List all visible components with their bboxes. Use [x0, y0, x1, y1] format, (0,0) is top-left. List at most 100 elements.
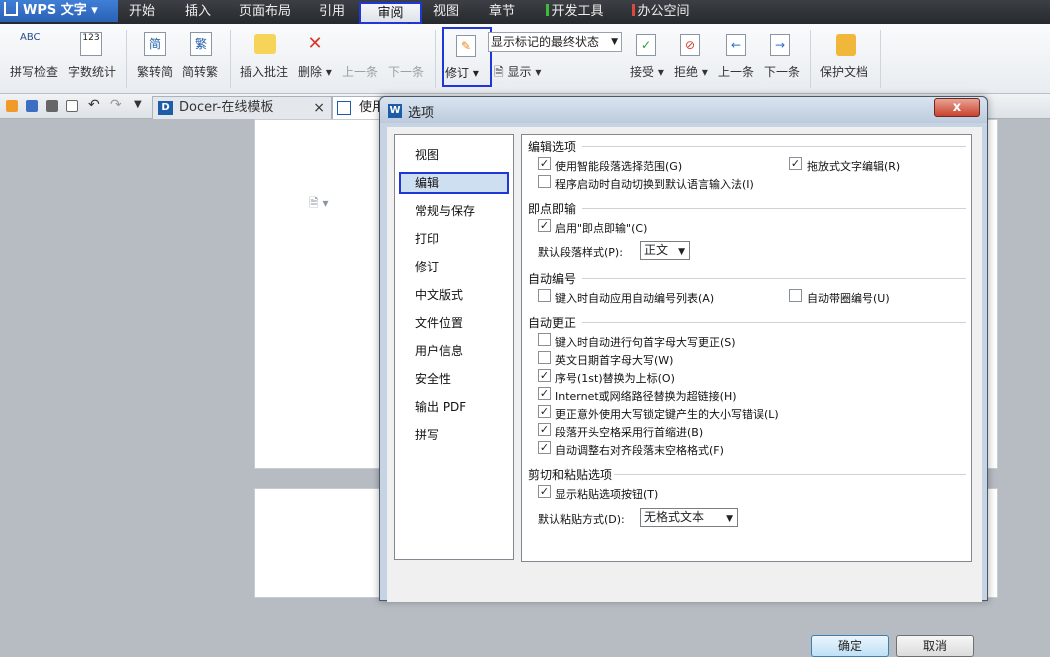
category-edit[interactable]: 编辑 — [399, 172, 509, 194]
category-user-info[interactable]: 用户信息 — [399, 340, 509, 362]
tab-insert[interactable]: 插入 — [172, 0, 224, 24]
close-tab-icon[interactable]: × — [313, 97, 325, 119]
save-icon[interactable] — [26, 100, 38, 112]
delete-comment-button[interactable]: 删除 ▾ — [298, 63, 332, 80]
spellcheck-button[interactable]: 拼写检查 — [10, 63, 58, 80]
lock-icon — [836, 34, 856, 56]
quick-access-dropdown-icon[interactable]: ▼ — [134, 99, 142, 110]
label-default-paste-mode: 默认粘贴方式(D): — [538, 513, 625, 526]
checkbox-ime-switch[interactable] — [538, 175, 551, 188]
dialog-title: 选项 — [408, 106, 435, 121]
docer-icon: D — [158, 101, 173, 115]
trad-to-simp-button[interactable]: 繁转简 — [137, 63, 173, 80]
delete-comment-icon: ✕ — [307, 33, 323, 54]
undo-icon[interactable]: ↶ — [88, 97, 100, 113]
label-auto-list: 键入时自动应用自动编号列表(A) — [555, 292, 715, 305]
next-change-button[interactable]: 下一条 — [764, 63, 800, 80]
dialog-title-bar[interactable]: W 选项 x — [380, 97, 987, 123]
category-chinese-layout[interactable]: 中文版式 — [399, 284, 509, 306]
category-general-save[interactable]: 常规与保存 — [399, 200, 509, 222]
label-click-and-type: 启用"即点即输"(C) — [555, 222, 648, 235]
default-paste-mode-select[interactable]: 无格式文本 ▼ — [640, 508, 738, 527]
checkbox-hyperlink[interactable]: ✓ — [538, 387, 551, 400]
checkbox-smart-paragraph[interactable]: ✓ — [538, 157, 551, 170]
reject-button[interactable]: 拒绝 ▾ — [674, 63, 708, 80]
simp-to-trad-button[interactable]: 简转繁 — [182, 63, 218, 80]
checkbox-paste-options-button[interactable]: ✓ — [538, 485, 551, 498]
word-doc-icon — [337, 101, 351, 115]
checkbox-ordinal-superscript[interactable]: ✓ — [538, 369, 551, 382]
section-edit-options: 编辑选项 — [528, 140, 577, 154]
app-menu-button[interactable]: WPS 文字 ▾ — [0, 0, 118, 22]
label-default-paragraph-style: 默认段落样式(P): — [538, 246, 623, 259]
checkbox-capitalize-dates[interactable] — [538, 351, 551, 364]
category-export-pdf[interactable]: 输出 PDF — [399, 396, 509, 418]
display-mode-value: 显示标记的最终状态 — [491, 35, 600, 49]
tab-review[interactable]: 审阅 — [359, 2, 422, 24]
section-auto-numbering: 自动编号 — [528, 272, 577, 286]
options-dialog: W 选项 x 视图 编辑 常规与保存 打印 修订 中文版式 文件位置 用户信息 … — [379, 96, 988, 657]
tab-page-layout[interactable]: 页面布局 — [230, 0, 300, 24]
checkbox-click-and-type[interactable]: ✓ — [538, 219, 551, 232]
accept-icon: ✓ — [636, 34, 656, 56]
default-paragraph-style-value: 正文 — [644, 243, 669, 257]
tab-office-space[interactable]: 办公空间 — [628, 0, 694, 24]
checkbox-first-line-indent[interactable]: ✓ — [538, 423, 551, 436]
category-view[interactable]: 视图 — [399, 144, 509, 166]
accept-button[interactable]: 接受 ▾ — [630, 63, 664, 80]
checkbox-auto-list[interactable] — [538, 289, 551, 302]
prev-comment-button[interactable]: 上一条 — [342, 63, 378, 80]
open-icon[interactable] — [6, 100, 18, 112]
next-comment-button[interactable]: 下一条 — [388, 63, 424, 80]
track-text: 修订 — [445, 66, 470, 80]
checkbox-circled-number[interactable] — [789, 289, 802, 302]
checkbox-caps-lock-fix[interactable]: ✓ — [538, 405, 551, 418]
print-preview-icon[interactable] — [66, 100, 78, 112]
category-track-changes[interactable]: 修订 — [399, 256, 509, 278]
checkbox-drag-drop[interactable]: ✓ — [789, 157, 802, 170]
redo-icon[interactable]: ↷ — [110, 97, 122, 113]
tab-home[interactable]: 开始 — [118, 0, 166, 24]
category-spelling[interactable]: 拼写 — [399, 424, 509, 446]
tab-docer-label: Docer-在线模板 — [179, 100, 274, 115]
cancel-button[interactable]: 取消 — [896, 635, 974, 657]
category-print[interactable]: 打印 — [399, 228, 509, 250]
category-file-locations[interactable]: 文件位置 — [399, 312, 509, 334]
tab-office-label: 办公空间 — [637, 4, 690, 19]
tab-developer-label: 开发工具 — [551, 4, 604, 19]
menu-bar: WPS 文字 ▾ 开始 插入 页面布局 引用 审阅 视图 章节 开发工具 办公空… — [0, 0, 1050, 36]
protect-document-button[interactable]: 保护文档 — [820, 63, 868, 80]
tab-developer[interactable]: 开发工具 — [542, 0, 608, 24]
next-change-icon: → — [770, 34, 790, 56]
label-hyperlink: Internet或网络路径替换为超链接(H) — [555, 390, 737, 403]
paste-options-icon[interactable]: 🗎 ▾ — [309, 194, 329, 215]
ok-button[interactable]: 确定 — [811, 635, 889, 657]
close-button[interactable]: x — [934, 98, 980, 117]
wordcount-icon: 123 — [80, 32, 102, 56]
checkbox-capitalize-first[interactable] — [538, 333, 551, 346]
label-caps-lock-fix: 更正意外使用大写锁定键产生的大小写错误(L) — [555, 408, 779, 421]
prev-change-button[interactable]: 上一条 — [718, 63, 754, 80]
office-tag-icon — [632, 4, 636, 16]
tab-section[interactable]: 章节 — [478, 0, 526, 24]
tab-references[interactable]: 引用 — [306, 0, 358, 24]
track-changes-icon: ✎ — [456, 35, 476, 57]
tab-docer-templates[interactable]: D Docer-在线模板 × — [152, 96, 332, 119]
trad-to-simp-icon: 简 — [144, 32, 166, 56]
label-first-line-indent: 段落开头空格采用行首缩进(B) — [555, 426, 704, 439]
label-ime-switch: 程序启动时自动切换到默认语言输入法(I) — [555, 178, 754, 191]
insert-comment-button[interactable]: 插入批注 — [240, 63, 288, 80]
show-markup-button[interactable]: 🗎 显示 ▾ — [494, 63, 541, 84]
reject-label: 拒绝 — [674, 65, 699, 79]
track-changes-button[interactable]: ✎ 修订 ▾ — [442, 27, 492, 87]
default-paragraph-style-select[interactable]: 正文 ▼ — [640, 241, 690, 260]
category-security[interactable]: 安全性 — [399, 368, 509, 390]
print-icon[interactable] — [46, 100, 58, 112]
simp-to-trad-icon: 繁 — [190, 32, 212, 56]
display-mode-select[interactable]: 显示标记的最终状态 ▼ — [488, 32, 622, 52]
tab-view[interactable]: 视图 — [424, 0, 468, 24]
checkbox-right-align-spaces[interactable]: ✓ — [538, 441, 551, 454]
word-count-button[interactable]: 字数统计 — [68, 63, 116, 80]
section-cut-paste: 剪切和粘贴选项 — [528, 468, 613, 482]
document-icon: 🗎 — [494, 65, 504, 79]
